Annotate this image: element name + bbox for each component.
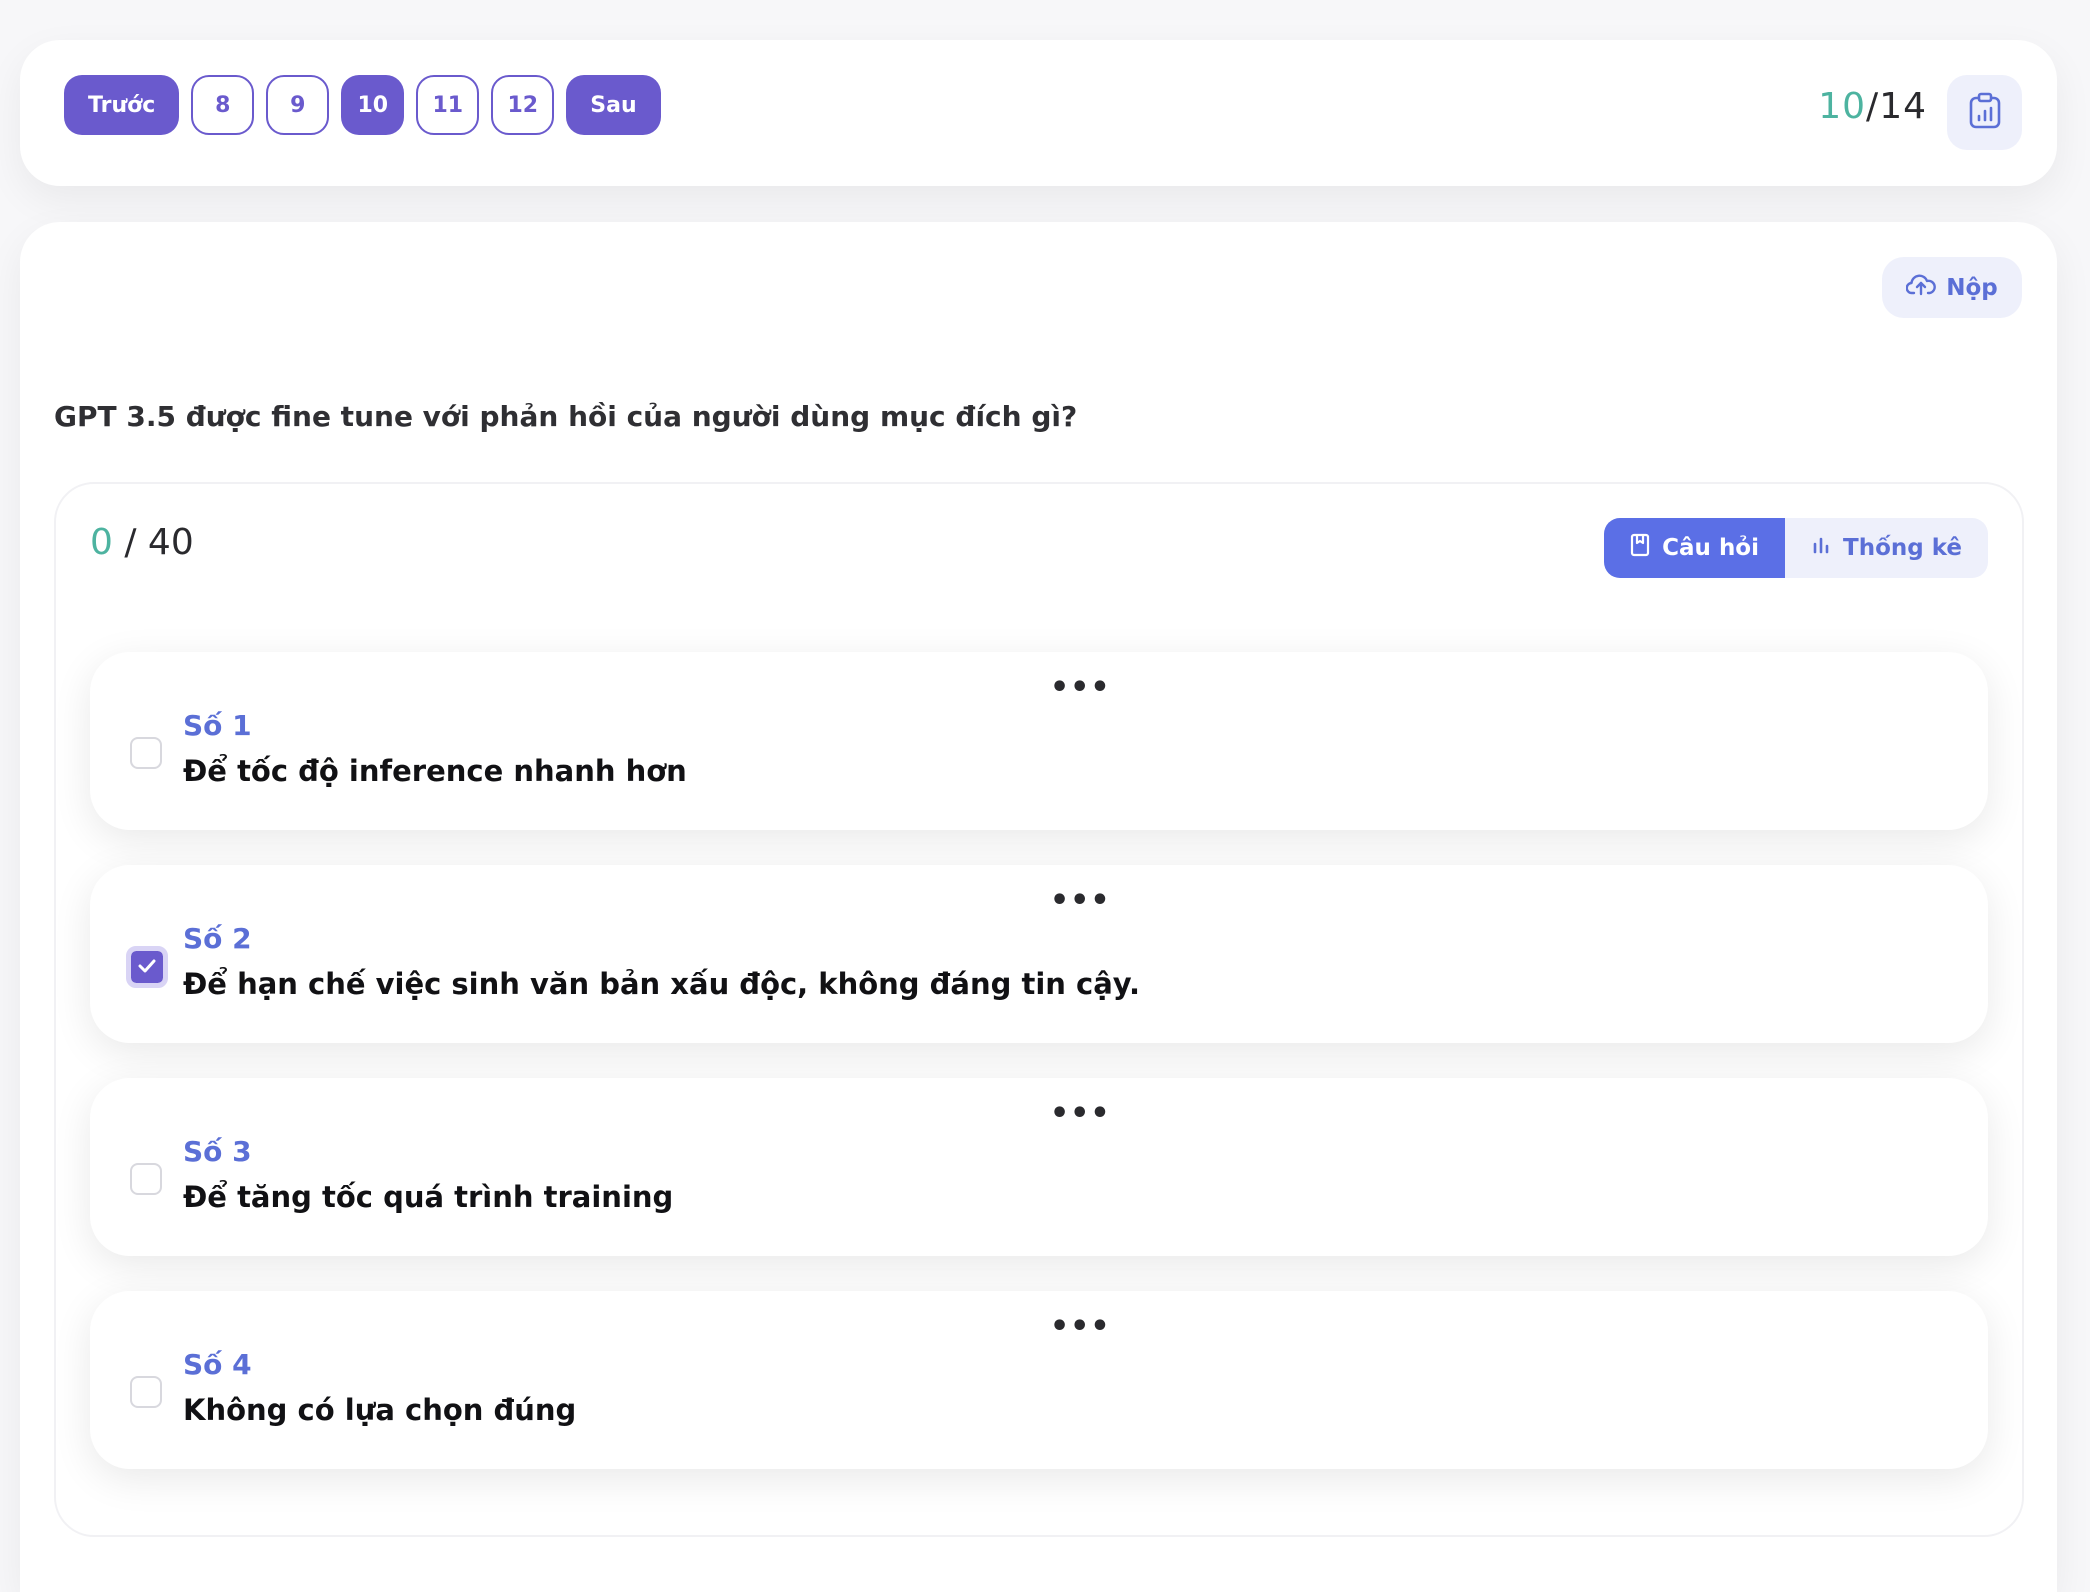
more-dots-icon[interactable]: ••• bbox=[1050, 670, 1111, 705]
page-button-10-current[interactable]: 10 bbox=[341, 75, 405, 135]
page-button-8[interactable]: 8 bbox=[191, 75, 255, 135]
option-text: Không có lựa chọn đúng bbox=[183, 1393, 577, 1427]
option-number: Số 4 bbox=[183, 1348, 252, 1381]
tab-stats-label: Thống kê bbox=[1843, 535, 1962, 561]
page-button-12[interactable]: 12 bbox=[491, 75, 555, 135]
progress-done: 10 bbox=[1818, 86, 1867, 127]
option-text: Để tăng tốc quá trình training bbox=[183, 1180, 674, 1214]
page-button-9[interactable]: 9 bbox=[266, 75, 330, 135]
tab-questions[interactable]: Câu hỏi bbox=[1604, 518, 1785, 578]
answer-option-2[interactable]: ••• Số 2 Để hạn chế việc sinh văn bản xấ… bbox=[90, 865, 1988, 1043]
option-checkbox-1[interactable] bbox=[130, 737, 162, 769]
submit-label: Nộp bbox=[1946, 274, 1998, 301]
question-card: Nộp GPT 3.5 được fine tune với phản hồi … bbox=[20, 222, 2057, 1592]
option-text: Để hạn chế việc sinh văn bản xấu độc, kh… bbox=[183, 967, 1141, 1001]
score-total: / 40 bbox=[124, 522, 194, 563]
option-number: Số 2 bbox=[183, 922, 252, 955]
prev-page-button[interactable]: Trước bbox=[64, 75, 180, 135]
clipboard-chart-icon bbox=[1968, 92, 2002, 134]
bookmark-icon bbox=[1630, 533, 1650, 563]
option-number: Số 3 bbox=[183, 1135, 252, 1168]
progress-total: 14 bbox=[1879, 86, 1927, 127]
progress-separator: / bbox=[1866, 86, 1880, 127]
next-page-button[interactable]: Sau bbox=[566, 75, 661, 135]
view-tabs: Câu hỏi Thống kê bbox=[1604, 518, 1988, 578]
option-checkbox-4[interactable] bbox=[130, 1376, 162, 1408]
answer-panel: 0 / 40 Câu hỏi Thống kê ••• Số 1 Để tốc … bbox=[54, 482, 2024, 1537]
more-dots-icon[interactable]: ••• bbox=[1050, 1096, 1111, 1131]
report-button[interactable] bbox=[1947, 75, 2022, 150]
answer-option-3[interactable]: ••• Số 3 Để tăng tốc quá trình training bbox=[90, 1078, 1988, 1256]
page-button-11[interactable]: 11 bbox=[416, 75, 480, 135]
pagination-bar: Trước 8 9 10 11 12 Sau 10/14 bbox=[20, 40, 2057, 186]
question-progress: 10/14 bbox=[1818, 86, 1927, 127]
option-number: Số 1 bbox=[183, 709, 252, 742]
checkmark-icon bbox=[138, 958, 156, 977]
submit-button[interactable]: Nộp bbox=[1882, 257, 2022, 318]
score-got: 0 bbox=[90, 522, 113, 563]
option-checkbox-3[interactable] bbox=[130, 1163, 162, 1195]
answer-option-4[interactable]: ••• Số 4 Không có lựa chọn đúng bbox=[90, 1291, 1988, 1469]
question-text: GPT 3.5 được fine tune với phản hồi của … bbox=[54, 400, 1078, 433]
more-dots-icon[interactable]: ••• bbox=[1050, 883, 1111, 918]
option-checkbox-2[interactable] bbox=[126, 946, 168, 988]
score: 0 / 40 bbox=[90, 522, 194, 563]
bar-chart-icon bbox=[1811, 535, 1831, 561]
tab-stats[interactable]: Thống kê bbox=[1785, 518, 1988, 578]
more-dots-icon[interactable]: ••• bbox=[1050, 1309, 1111, 1344]
cloud-upload-icon bbox=[1905, 274, 1937, 302]
option-text: Để tốc độ inference nhanh hơn bbox=[183, 754, 687, 788]
pager: Trước 8 9 10 11 12 Sau bbox=[64, 75, 661, 135]
answer-option-1[interactable]: ••• Số 1 Để tốc độ inference nhanh hơn bbox=[90, 652, 1988, 830]
tab-questions-label: Câu hỏi bbox=[1662, 535, 1759, 561]
